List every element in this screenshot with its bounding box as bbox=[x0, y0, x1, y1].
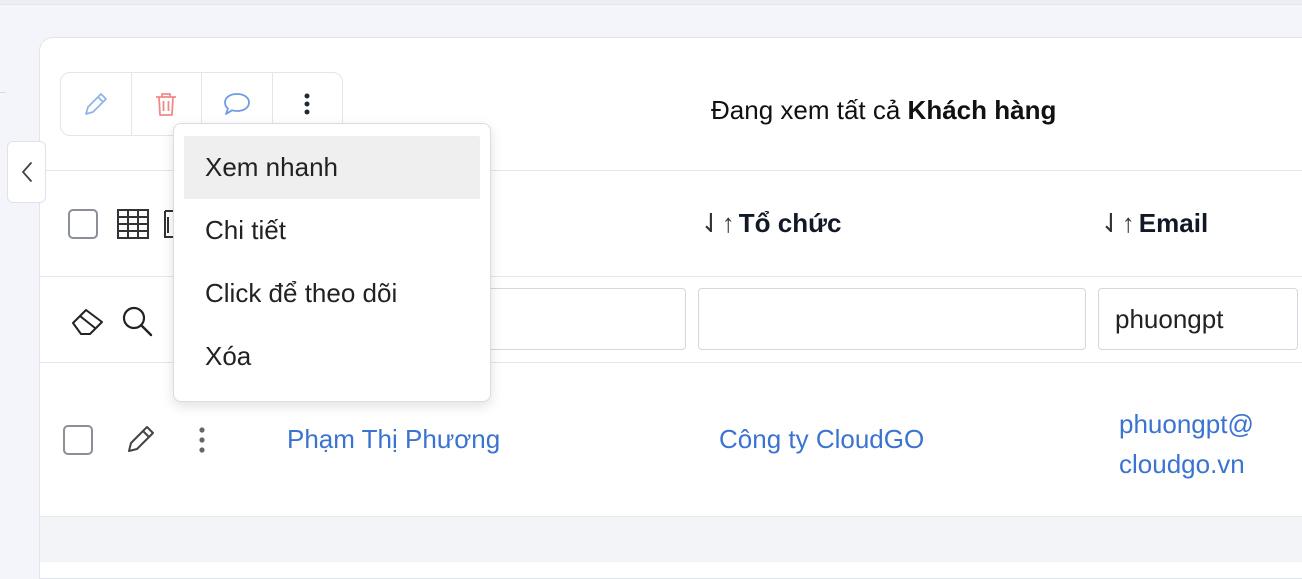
top-bar bbox=[0, 0, 1302, 5]
select-all-checkbox[interactable] bbox=[68, 209, 98, 239]
sort-icon: ⇃↑ bbox=[700, 208, 735, 238]
more-vertical-icon bbox=[199, 427, 205, 453]
collapse-sidebar-button[interactable] bbox=[7, 141, 46, 203]
clear-filter-button[interactable] bbox=[70, 304, 106, 338]
sort-icon: ⇃↑ bbox=[1100, 208, 1135, 238]
edge-divider bbox=[0, 92, 6, 93]
search-filter-button[interactable] bbox=[120, 304, 154, 338]
row-more-button[interactable] bbox=[196, 422, 208, 456]
view-title-module: Khách hàng bbox=[907, 95, 1057, 125]
search-icon bbox=[122, 306, 153, 337]
table-footer bbox=[40, 517, 1302, 562]
column-header-email[interactable]: ⇃↑ Email bbox=[1100, 208, 1208, 239]
column-header-label: Email bbox=[1138, 208, 1209, 238]
email-link[interactable]: phuongpt@ cloudgo.vn bbox=[1119, 404, 1254, 484]
chevron-left-icon bbox=[21, 162, 32, 182]
organization-link[interactable]: Công ty CloudGO bbox=[719, 424, 924, 455]
column-header-organization[interactable]: ⇃↑ Tổ chức bbox=[700, 208, 841, 239]
more-vertical-icon bbox=[304, 93, 310, 115]
email-line: phuongpt@ bbox=[1119, 409, 1254, 439]
row-checkbox[interactable] bbox=[63, 425, 93, 455]
column-header-label: Tổ chức bbox=[738, 208, 842, 238]
organization-filter-input[interactable] bbox=[698, 288, 1086, 350]
email-line: cloudgo.vn bbox=[1119, 449, 1245, 479]
menu-item-delete[interactable]: Xóa bbox=[184, 325, 480, 388]
comment-icon bbox=[223, 93, 250, 115]
eraser-icon bbox=[72, 309, 103, 335]
column-layout-button[interactable] bbox=[115, 206, 151, 242]
menu-item-follow[interactable]: Click để theo dõi bbox=[184, 262, 480, 325]
table-icon bbox=[117, 209, 149, 239]
edit-button[interactable] bbox=[61, 73, 132, 135]
row-edit-button[interactable] bbox=[124, 422, 158, 456]
more-actions-menu: Xem nhanh Chi tiết Click để theo dõi Xóa bbox=[173, 123, 491, 402]
page-title: Đang xem tất cả Khách hàng bbox=[711, 95, 1056, 126]
menu-item-quick-view[interactable]: Xem nhanh bbox=[184, 136, 480, 199]
pencil-icon bbox=[128, 426, 154, 452]
name-filter-input[interactable] bbox=[462, 288, 686, 350]
pencil-icon bbox=[84, 93, 107, 115]
email-filter-input[interactable] bbox=[1098, 288, 1298, 350]
trash-icon bbox=[156, 93, 177, 116]
view-title-prefix: Đang xem tất cả bbox=[711, 95, 901, 125]
customer-name-link[interactable]: Phạm Thị Phương bbox=[287, 424, 500, 455]
menu-item-detail[interactable]: Chi tiết bbox=[184, 199, 480, 262]
